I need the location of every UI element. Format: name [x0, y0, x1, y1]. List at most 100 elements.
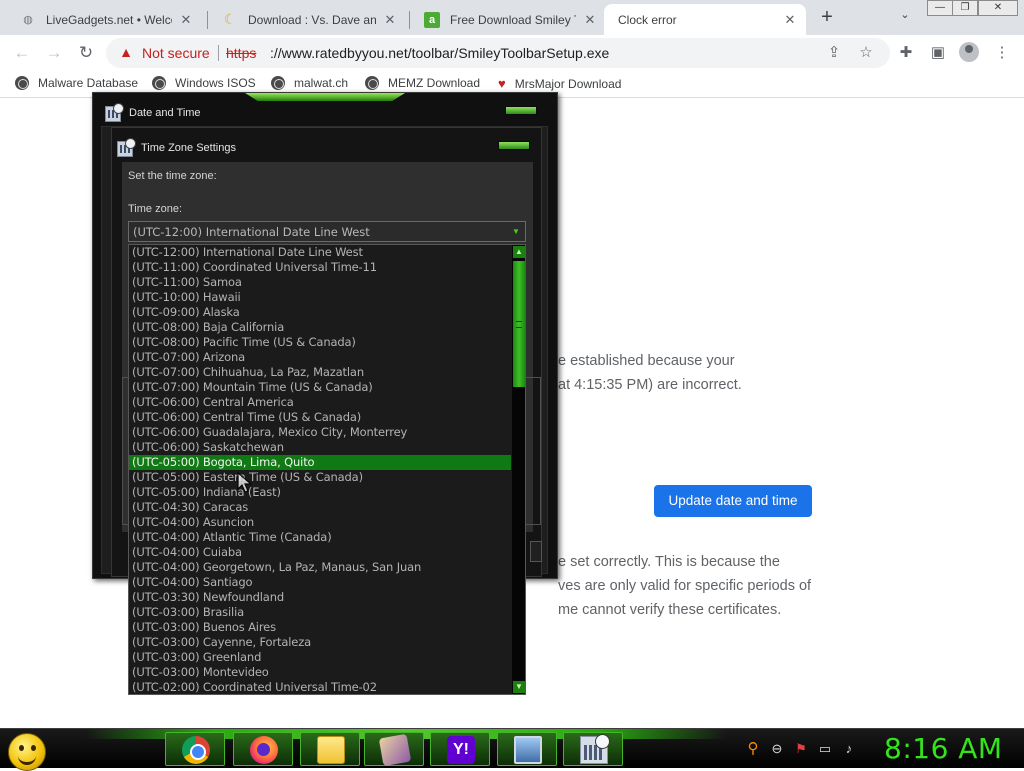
time-zone-option[interactable]: (UTC-09:00) Alaska — [129, 305, 511, 320]
taskbar-date-time[interactable] — [563, 732, 623, 766]
time-zone-dropdown-list[interactable]: (UTC-12:00) International Date Line West… — [128, 244, 526, 695]
tab-search-button[interactable]: ⌄ — [896, 8, 914, 26]
time-zone-option[interactable]: (UTC-03:00) Brasilia — [129, 605, 511, 620]
address-bar[interactable]: ▲ Not secure https ://www.ratedbyyou.net… — [106, 38, 890, 68]
time-zone-option[interactable]: (UTC-07:00) Chihuahua, La Paz, Mazatlan — [129, 365, 511, 380]
taskbar-network[interactable] — [497, 732, 557, 766]
calendar-icon — [580, 734, 610, 764]
time-zone-select[interactable]: (UTC-12:00) International Date Line West… — [128, 221, 526, 242]
close-tab-icon[interactable]: ✕ — [382, 12, 398, 28]
taskbar-clock[interactable]: 8:16 AM — [884, 732, 1003, 765]
mouse-cursor-icon — [237, 471, 253, 493]
reload-icon[interactable]: ↻ — [74, 41, 98, 65]
time-zone-option-highlighted[interactable]: (UTC-05:00) Bogota, Lima, Quito — [129, 455, 511, 470]
close-button[interactable] — [505, 106, 537, 115]
update-date-time-button[interactable]: Update date and time — [654, 485, 812, 517]
search-icon[interactable]: ⚲ — [745, 741, 761, 757]
time-zone-option[interactable]: (UTC-04:00) Santiago — [129, 575, 511, 590]
time-zone-option[interactable]: (UTC-07:00) Mountain Time (US & Canada) — [129, 380, 511, 395]
time-zone-option[interactable]: (UTC-03:00) Cayenne, Fortaleza — [129, 635, 511, 650]
scroll-thumb[interactable] — [513, 261, 525, 387]
tab-title: LiveGadgets.net • Welcom — [46, 12, 172, 27]
globe-icon — [365, 76, 379, 90]
bookmark-malware-database[interactable]: Malware Database — [15, 76, 138, 90]
network-icon[interactable]: ▭ — [817, 741, 833, 757]
taskbar-yahoo[interactable]: Y! — [430, 732, 490, 766]
scroll-down-icon[interactable]: ▼ — [513, 681, 525, 693]
close-button[interactable] — [498, 141, 530, 150]
time-zone-option[interactable]: (UTC-06:00) Central America — [129, 395, 511, 410]
tab-vs-dave[interactable]: ☾ Download : Vs. Dave and ✕ — [208, 4, 406, 35]
time-zone-option[interactable]: (UTC-02:00) Coordinated Universal Time-0… — [129, 680, 511, 694]
new-tab-button[interactable]: + — [815, 6, 839, 30]
url-text: ://www.ratedbyyou.net/toolbar/SmileyTool… — [270, 45, 610, 61]
time-zone-option[interactable]: (UTC-04:00) Cuiaba — [129, 545, 511, 560]
time-zone-option[interactable]: (UTC-11:00) Coordinated Universal Time-1… — [129, 260, 511, 275]
tab-smiley-download[interactable]: a Free Download Smiley To ✕ — [410, 4, 606, 35]
time-zone-option[interactable]: (UTC-06:00) Guadalajara, Mexico City, Mo… — [129, 425, 511, 440]
forward-arrow-icon[interactable]: → — [42, 41, 66, 65]
taskbar-chrome[interactable] — [165, 732, 225, 766]
taskbar-paint[interactable] — [364, 732, 424, 767]
bookmark-mrsmajor-download[interactable]: ♥ MrsMajor Download — [498, 76, 621, 91]
menu-icon[interactable]: ⋮ — [992, 43, 1012, 63]
side-panel-icon[interactable]: ▣ — [928, 43, 948, 63]
bookmark-windows-isos[interactable]: Windows ISOS — [152, 76, 256, 90]
time-zone-option[interactable]: (UTC-03:00) Greenland — [129, 650, 511, 665]
browser-toolbar: ← → ↻ ▲ Not secure https ://www.ratedbyy… — [0, 35, 1024, 70]
time-zone-option[interactable]: (UTC-05:00) Indiana (East) — [129, 485, 511, 500]
bookmark-label: MEMZ Download — [388, 76, 481, 90]
not-secure-label[interactable]: Not secure — [142, 45, 210, 61]
close-window-button[interactable]: ✕ — [978, 0, 1018, 16]
folder-icon — [317, 736, 345, 764]
minus-circle-icon[interactable]: ⊖ — [769, 741, 785, 757]
time-zone-option[interactable]: (UTC-06:00) Saskatchewan — [129, 440, 511, 455]
close-tab-icon[interactable]: ✕ — [582, 12, 598, 28]
minimize-button[interactable]: — — [927, 0, 953, 16]
bookmark-label: malwat.ch — [294, 76, 349, 90]
selected-time-zone: (UTC-12:00) International Date Line West — [133, 225, 370, 239]
time-zone-option[interactable]: (UTC-08:00) Pacific Time (US & Canada) — [129, 335, 511, 350]
time-zone-option[interactable]: (UTC-05:00) Eastern Time (US & Canada) — [129, 470, 511, 485]
time-zone-option[interactable]: (UTC-08:00) Baja California — [129, 320, 511, 335]
bookmark-star-icon[interactable]: ☆ — [856, 43, 876, 63]
time-zone-option[interactable]: (UTC-04:00) Asuncion — [129, 515, 511, 530]
profile-avatar[interactable] — [959, 42, 979, 62]
window-accent — [245, 93, 405, 101]
globe-icon — [15, 76, 29, 90]
bookmark-memz-download[interactable]: MEMZ Download — [365, 76, 480, 90]
volume-icon[interactable]: ♪ — [841, 741, 857, 757]
paint-icon — [378, 733, 412, 767]
restore-button[interactable]: ❐ — [952, 0, 978, 16]
time-zone-option[interactable]: (UTC-10:00) Hawaii — [129, 290, 511, 305]
share-icon[interactable]: ⇪ — [824, 43, 844, 63]
dialog-button[interactable] — [530, 541, 542, 562]
taskbar: Y! ⚲ ⊖ ⚑ ▭ ♪ 8:16 AM — [0, 728, 1024, 771]
scrollbar[interactable]: ▲ ▼ — [512, 245, 525, 694]
time-zone-option[interactable]: (UTC-04:30) Caracas — [129, 500, 511, 515]
time-zone-option[interactable]: (UTC-12:00) International Date Line West — [129, 245, 511, 260]
close-tab-icon[interactable]: ✕ — [178, 12, 194, 28]
time-zone-option[interactable]: (UTC-11:00) Samoa — [129, 275, 511, 290]
scroll-up-icon[interactable]: ▲ — [513, 246, 525, 258]
taskbar-firefox[interactable] — [233, 732, 293, 766]
time-zone-option[interactable]: (UTC-06:00) Central Time (US & Canada) — [129, 410, 511, 425]
start-smiley-icon[interactable] — [8, 733, 46, 771]
time-zone-option[interactable]: (UTC-04:00) Georgetown, La Paz, Manaus, … — [129, 560, 511, 575]
flag-icon[interactable]: ⚑ — [793, 741, 809, 757]
extensions-icon[interactable]: ✚ — [896, 43, 916, 63]
warning-icon: ▲ — [119, 44, 133, 60]
dropdown-arrow-icon[interactable]: ▼ — [510, 225, 522, 238]
tab-clock-error[interactable]: Clock error ✕ — [604, 4, 806, 35]
taskbar-explorer[interactable] — [300, 732, 360, 766]
time-zone-option[interactable]: (UTC-04:00) Atlantic Time (Canada) — [129, 530, 511, 545]
omnibox-divider — [218, 45, 219, 61]
back-arrow-icon[interactable]: ← — [10, 41, 34, 65]
close-tab-icon[interactable]: ✕ — [782, 12, 798, 28]
time-zone-option[interactable]: (UTC-03:30) Newfoundland — [129, 590, 511, 605]
time-zone-option[interactable]: (UTC-07:00) Arizona — [129, 350, 511, 365]
time-zone-option[interactable]: (UTC-03:00) Montevideo — [129, 665, 511, 680]
bookmark-malwatch[interactable]: malwat.ch — [271, 76, 348, 90]
tab-livegadgets[interactable]: ◍ LiveGadgets.net • Welcom ✕ — [6, 4, 202, 35]
time-zone-option[interactable]: (UTC-03:00) Buenos Aires — [129, 620, 511, 635]
